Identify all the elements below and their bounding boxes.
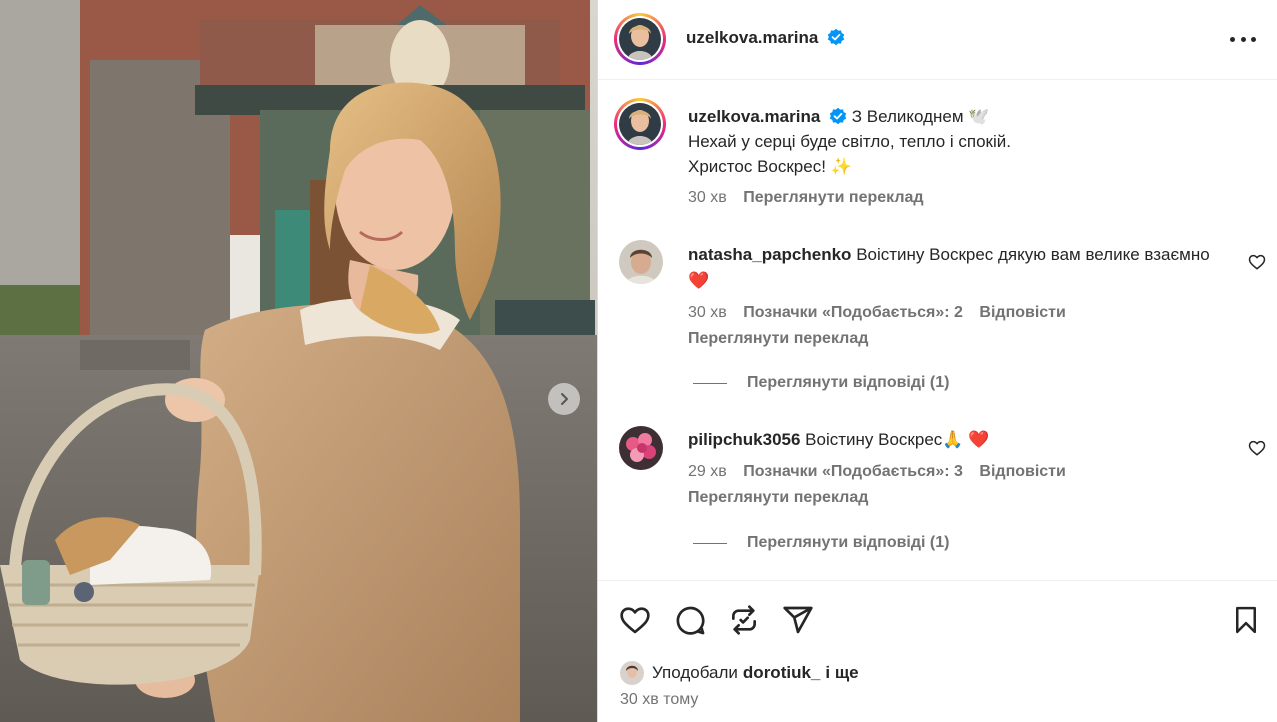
post-sidebar: uzelkova.marina uzelkova.marina З Велико… [597,0,1277,722]
avatar-image [620,661,644,685]
comment-text: Воістину Воскрес🙏 ❤️ [805,430,990,449]
view-replies-label: Переглянути відповіді (1) [747,534,950,551]
caption-meta: 30 хв Переглянути переклад [688,185,1248,210]
see-translation-link[interactable]: Переглянути переклад [688,489,868,506]
replies-divider [693,542,727,544]
more-icon-dot [1240,36,1246,42]
caption-line: З Великоднем 🕊️ [851,107,990,126]
liker-avatar[interactable] [620,661,644,685]
like-comment-heart-icon[interactable] [1248,439,1266,457]
comment-likes-count[interactable]: Позначки «Подобається»: 2 [743,304,963,321]
comment-button[interactable] [673,603,707,637]
comment-translation-row: Переглянути переклад [688,485,1228,511]
post-photo [0,0,597,722]
avatar-image [619,103,661,145]
comment-username[interactable]: natasha_papchenko [688,245,851,264]
comment-time[interactable]: 29 хв [688,463,727,480]
repost-button[interactable] [727,603,761,637]
replies-divider [693,382,727,384]
post-dialog: uzelkova.marina uzelkova.marina З Велико… [0,0,1277,722]
photo-image [0,0,597,722]
post-actions: Уподобали dorotiuk_ і ще 30 хв тому [598,580,1277,722]
commenter-avatar[interactable] [619,426,663,470]
reply-button[interactable]: Відповісти [979,304,1065,321]
caption-line: Нехай у серці буде світло, тепло і спокі… [688,132,1011,151]
liked-by-row: Уподобали dorotiuk_ і ще [620,661,859,685]
share-button[interactable] [781,603,815,637]
bookmark-icon [1236,606,1256,634]
author-avatar[interactable] [614,13,666,65]
caption-avatar[interactable] [614,98,666,150]
more-options-button[interactable] [1230,28,1256,50]
like-button[interactable] [618,603,652,637]
view-replies-label: Переглянути відповіді (1) [747,374,950,391]
comment-time[interactable]: 30 хв [688,304,727,321]
liked-by-suffix[interactable]: і ще [825,663,858,683]
commenter-avatar[interactable] [619,240,663,284]
caption-time[interactable]: 30 хв [688,189,727,206]
author-name-row: uzelkova.marina [686,28,845,48]
heart-icon [620,607,650,634]
more-icon-dot [1251,36,1256,42]
view-replies-button[interactable]: Переглянути відповіді (1) [693,374,949,392]
see-translation-link[interactable]: Переглянути переклад [688,330,868,347]
liked-by-user[interactable]: dorotiuk_ [743,663,820,683]
avatar-image [619,18,661,60]
comment-meta: 29 хв Позначки «Подобається»: 3 Відповіс… [688,459,1228,485]
post-header: uzelkova.marina [598,0,1277,80]
caption-username[interactable]: uzelkova.marina [688,107,820,126]
save-button[interactable] [1229,603,1263,637]
post-caption: uzelkova.marina З Великоднем 🕊️ Нехай у … [688,104,1248,210]
more-icon [1230,36,1235,42]
author-username[interactable]: uzelkova.marina [686,28,818,47]
repost-icon [732,605,756,635]
comment-item: pilipchuk3056 Воістину Воскрес🙏 ❤️ 29 хв… [688,427,1228,511]
avatar-image [619,240,663,284]
share-icon [783,606,813,634]
comment-meta: 30 хв Позначки «Подобається»: 2 Відповіс… [688,300,1228,326]
verified-icon [829,107,847,125]
view-replies-button[interactable]: Переглянути відповіді (1) [693,534,949,552]
reply-button[interactable]: Відповісти [979,463,1065,480]
comment-icon [676,606,705,635]
liked-by-prefix: Уподобали [652,663,738,682]
caption-line: Христос Воскрес! ✨ [688,157,852,176]
comment-likes-count[interactable]: Позначки «Подобається»: 3 [743,463,963,480]
chevron-right-icon [561,393,568,405]
verified-icon [827,28,845,46]
avatar-image [619,426,663,470]
comment-username[interactable]: pilipchuk3056 [688,430,800,449]
post-timestamp[interactable]: 30 хв тому [620,691,698,709]
see-translation-link[interactable]: Переглянути переклад [743,189,923,206]
comment-translation-row: Переглянути переклад [688,326,1228,352]
like-comment-heart-icon[interactable] [1248,253,1266,271]
comment-item: natasha_papchenko Воістину Воскрес дякую… [688,242,1228,352]
next-photo-button[interactable] [548,383,580,415]
